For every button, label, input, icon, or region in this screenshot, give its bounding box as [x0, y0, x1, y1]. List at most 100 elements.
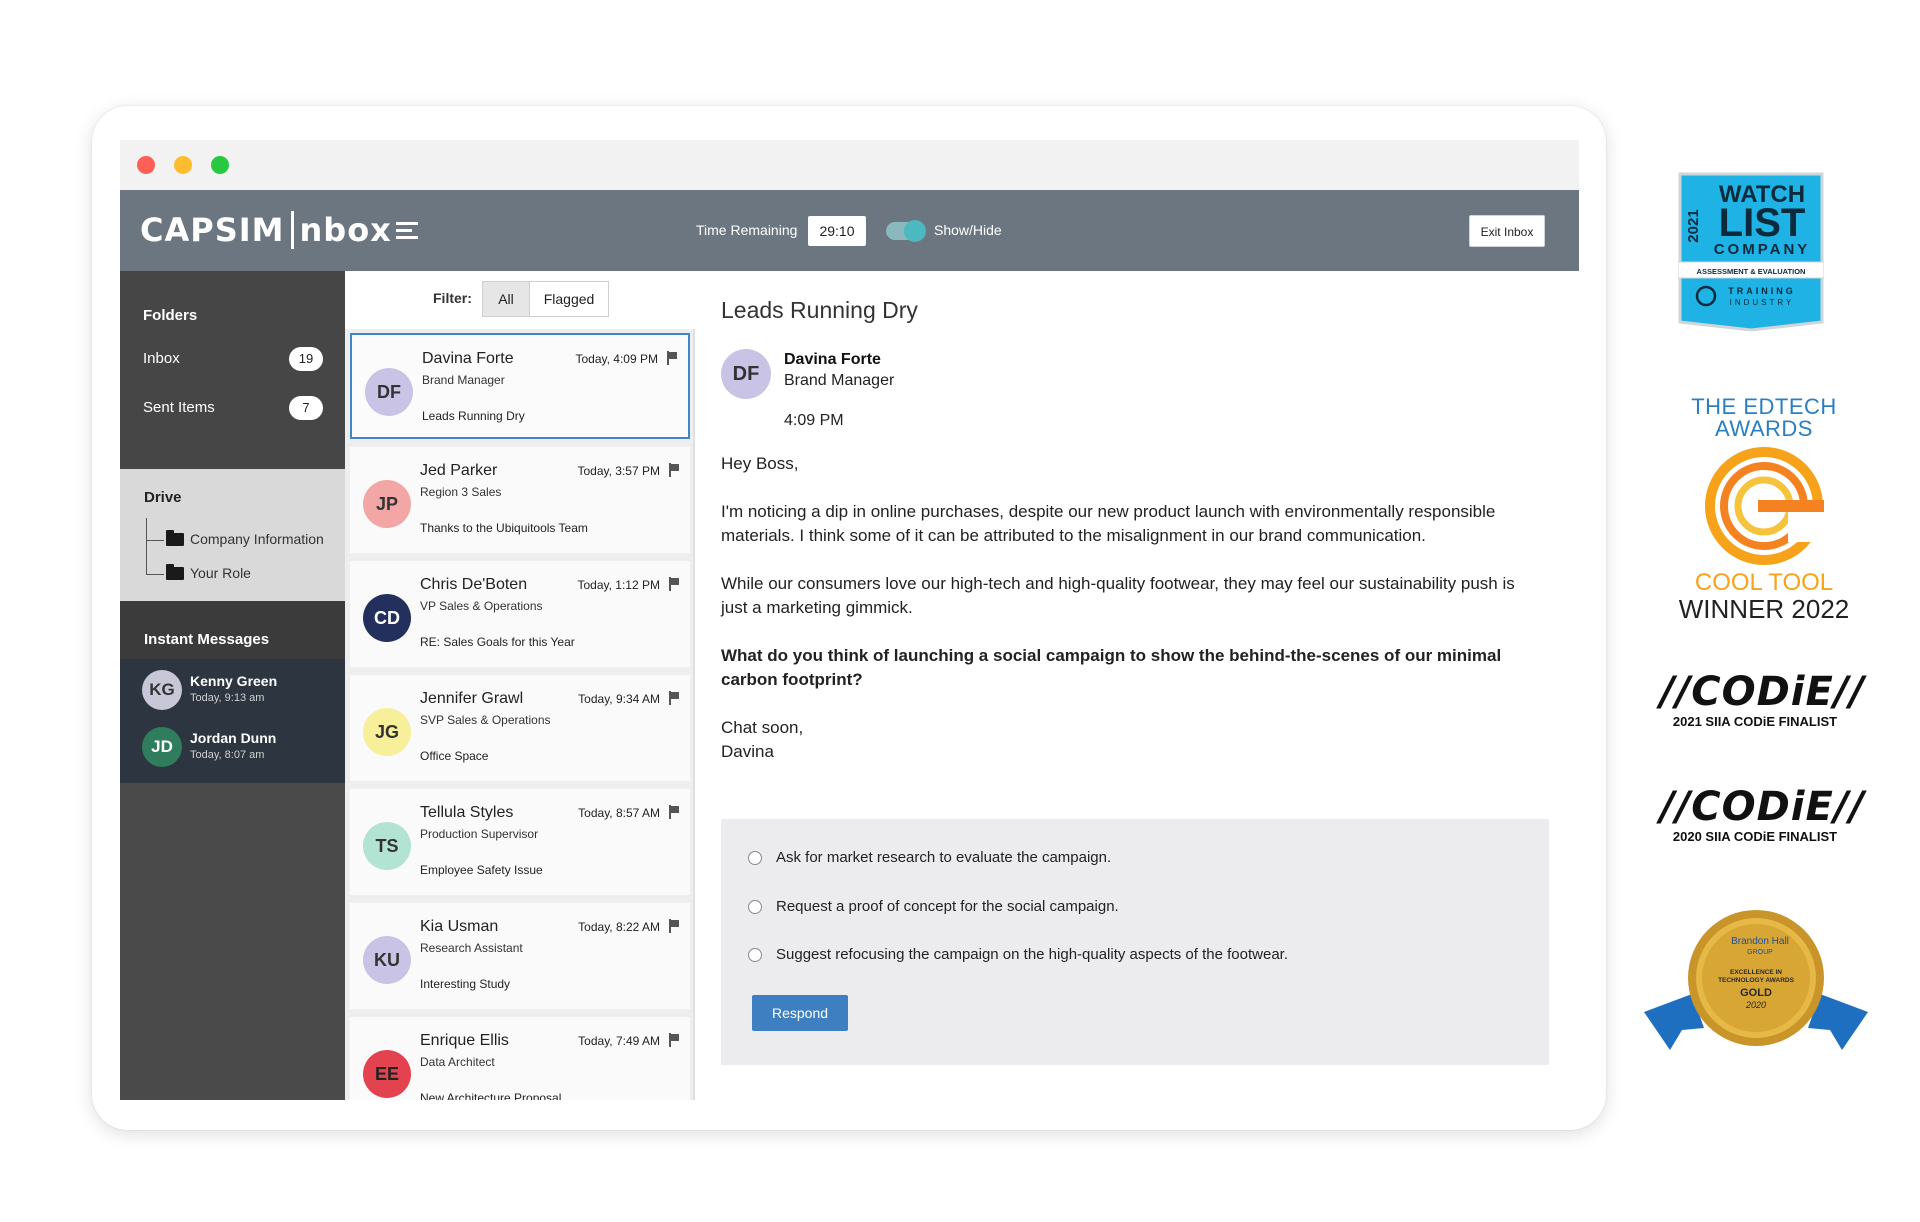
drive-item-your-role[interactable]: Your Role — [166, 563, 251, 581]
filter-bar: Filter: All Flagged — [345, 271, 695, 329]
flag-icon[interactable] — [669, 1033, 679, 1047]
message-time: Today, 4:09 PM — [575, 352, 659, 366]
radio-button[interactable] — [748, 947, 762, 962]
sender-name: Chris De'Boten — [420, 576, 528, 593]
email-paragraph: While our consumers love our high-tech a… — [721, 574, 1515, 617]
exit-inbox-button[interactable]: Exit Inbox — [1469, 215, 1545, 247]
email-question: What do you think of launching a social … — [721, 646, 1502, 689]
tree-branch — [146, 540, 164, 541]
drive-item-label: Your Role — [190, 565, 251, 581]
email-greeting: Hey Boss, — [721, 454, 799, 473]
avatar: KG — [142, 670, 182, 710]
folder-inbox[interactable]: Inbox 19 — [143, 345, 323, 373]
medal-line4: TECHNOLOGY AWARDS — [1718, 977, 1795, 984]
message-card[interactable]: TS Tellula Styles Production Supervisor Emp… — [350, 789, 690, 895]
message-time: Today, 8:57 AM — [578, 806, 660, 820]
medal-line5: GOLD — [1740, 987, 1772, 999]
watchlist-line4: ASSESSMENT & EVALUATION — [1697, 267, 1806, 276]
email-signature: Davina — [721, 742, 774, 761]
app-window: CAPSIM nbox Time Remaining 29:10 Show/Hi… — [120, 140, 1579, 1100]
filter-label: Filter: — [433, 290, 472, 306]
message-subject: Interesting Study — [420, 977, 511, 991]
flag-icon[interactable] — [667, 351, 677, 365]
message-time: Today, 1:12 PM — [577, 578, 661, 592]
minimize-window-icon[interactable] — [174, 156, 192, 174]
avatar: JP — [363, 480, 411, 528]
flag-icon[interactable] — [669, 919, 679, 933]
toggle-knob — [904, 220, 926, 242]
filter-flagged-button[interactable]: Flagged — [529, 281, 609, 317]
message-card[interactable]: CD Chris De'Boten VP Sales & Operations RE:… — [350, 561, 690, 667]
avatar: EE — [363, 1050, 411, 1098]
response-option-1[interactable]: Ask for market research to evaluate the … — [748, 849, 1111, 866]
email-subject: Leads Running Dry — [721, 297, 918, 323]
folder-label: Inbox — [143, 350, 180, 367]
edtech-title-1: THE EDTECH — [1691, 394, 1837, 419]
option-label: Ask for market research to evaluate the … — [776, 849, 1112, 866]
window-chrome — [120, 140, 1579, 190]
watchlist-line3: COMPANY — [1714, 241, 1811, 258]
sender-name: Jennifer Grawl — [420, 690, 524, 707]
edtech-winner: WINNER 2022 — [1678, 594, 1850, 624]
email-signoff: Chat soon, — [721, 718, 804, 737]
reading-pane: Leads Running Dry DF Davina Forte Brand … — [697, 271, 1579, 1100]
avatar: DF — [365, 368, 413, 416]
message-card[interactable]: JG Jennifer Grawl SVP Sales & Operations Of… — [350, 675, 690, 781]
radio-button[interactable] — [748, 850, 762, 865]
response-option-2[interactable]: Request a proof of concept for the socia… — [748, 898, 1119, 915]
response-option-3[interactable]: Suggest refocusing the campaign on the h… — [748, 946, 1288, 963]
filter-all-button[interactable]: All — [482, 281, 530, 317]
show-hide-toggle[interactable] — [886, 220, 926, 242]
message-card[interactable]: KU Kia Usman Research Assistant Interesting… — [350, 903, 690, 1009]
instant-messages-list: KG Kenny Green Today, 9:13 am JD Jordan … — [120, 659, 345, 783]
im-name: Kenny Green — [190, 673, 278, 689]
message-card[interactable]: JP Jed Parker Region 3 Sales Thanks to the … — [350, 447, 690, 553]
edtech-cool-tool: COOL TOOL — [1694, 569, 1834, 596]
codie-subtitle: 2021 SIIA CODiE FINALIST — [1672, 714, 1838, 729]
logo-text-2: nbox — [299, 211, 392, 249]
message-card[interactable]: EE Enrique Ellis Data Architect New Archite… — [350, 1017, 690, 1100]
flag-icon[interactable] — [669, 805, 679, 819]
flag-icon[interactable] — [669, 463, 679, 477]
avatar: DF — [721, 349, 771, 399]
sender-name: Tellula Styles — [420, 804, 514, 821]
folders-title: Folders — [143, 307, 198, 324]
respond-button[interactable]: Respond — [752, 995, 848, 1031]
time-remaining-value: 29:10 — [808, 216, 866, 246]
watchlist-line6: INDUSTRY — [1730, 298, 1795, 307]
message-subject: Employee Safety Issue — [420, 863, 543, 877]
message-card[interactable]: DF Davina Forte Brand Manager Leads Running… — [350, 333, 690, 439]
option-label: Suggest refocusing the campaign on the h… — [776, 946, 1288, 963]
sidebar: Folders Inbox 19 Sent Items 7 Drive Comp… — [120, 271, 345, 1100]
medal-line2: GROUP — [1747, 949, 1773, 956]
medal-line6: 2020 — [1745, 1000, 1766, 1010]
close-window-icon[interactable] — [137, 156, 155, 174]
folder-sent-items[interactable]: Sent Items 7 — [143, 394, 323, 422]
radio-button[interactable] — [748, 899, 762, 914]
avatar: CD — [363, 594, 411, 642]
folders-section: Folders Inbox 19 Sent Items 7 — [120, 271, 345, 469]
flag-icon[interactable] — [669, 691, 679, 705]
message-time: Today, 9:34 AM — [578, 692, 660, 706]
maximize-window-icon[interactable] — [211, 156, 229, 174]
im-item-kenny-green[interactable]: KG Kenny Green Today, 9:13 am — [142, 670, 342, 714]
logo-lines-icon — [395, 221, 418, 239]
drive-item-company-information[interactable]: Company Information — [166, 529, 324, 547]
im-item-jordan-dunn[interactable]: JD Jordan Dunn Today, 8:07 am — [142, 727, 342, 771]
sender-role: SVP Sales & Operations — [420, 713, 551, 727]
watchlist-line5: TRAINING — [1728, 286, 1796, 296]
avatar: JG — [363, 708, 411, 756]
watchlist-year: 2021 — [1685, 209, 1702, 242]
flag-icon[interactable] — [669, 577, 679, 591]
folder-label: Sent Items — [143, 399, 215, 416]
codie-2021-badge: //CODiE// 2021 SIIA CODiE FINALIST — [1660, 670, 1864, 730]
logo-divider — [290, 211, 294, 249]
logo-text: CAPSIM — [140, 211, 285, 249]
sender-role: Region 3 Sales — [420, 485, 502, 499]
drive-title: Drive — [144, 489, 182, 506]
sender-name: Davina Forte — [784, 351, 881, 368]
edtech-title-2: AWARDS — [1715, 416, 1813, 441]
message-subject: New Architecture Proposal — [420, 1091, 562, 1100]
tree-branch — [146, 574, 164, 575]
sent-time: 4:09 PM — [784, 412, 844, 429]
